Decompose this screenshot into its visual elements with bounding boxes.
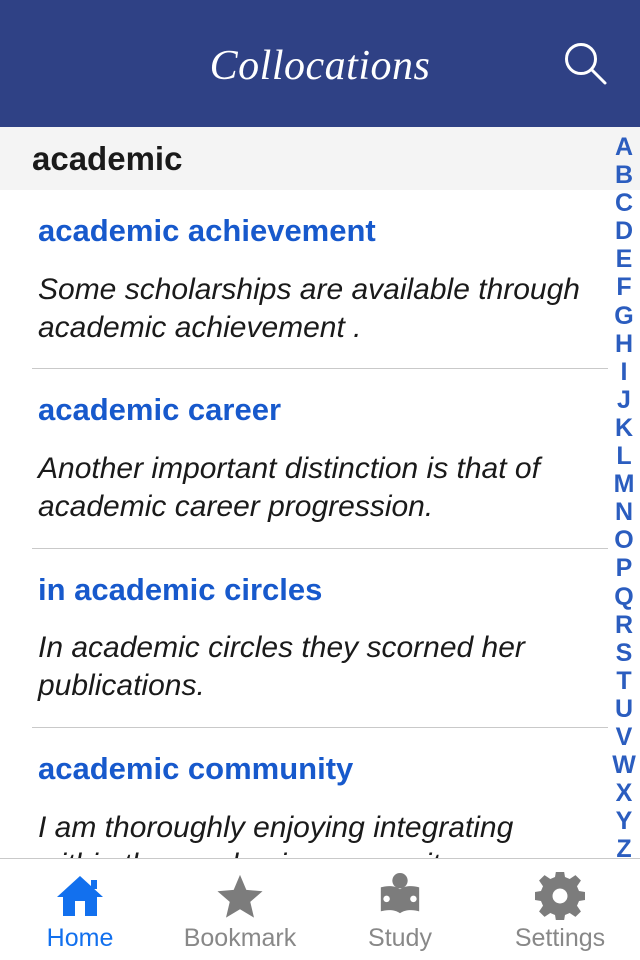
reading-person-icon <box>375 872 425 920</box>
bottom-tab-bar: Home Bookmark Study Settings <box>0 858 640 960</box>
collocation-example: In academic circles they scorned her pub… <box>38 631 525 703</box>
alpha-index-letter-p[interactable]: P <box>608 554 640 582</box>
alpha-index-letter-m[interactable]: M <box>608 470 640 498</box>
list-item[interactable]: in academic circles In academic circles … <box>0 549 608 728</box>
tab-home-label: Home <box>46 924 114 952</box>
collocation-example: I am thoroughly enjoying integrating wit… <box>38 810 514 858</box>
collocation-term[interactable]: academic achievement <box>38 213 376 249</box>
tab-settings[interactable]: Settings <box>480 859 640 960</box>
current-word-label: academic <box>32 140 183 177</box>
alpha-index-letter-w[interactable]: W <box>608 751 640 779</box>
collocation-example: Some scholarships are available through … <box>38 272 580 344</box>
alpha-index-letter-t[interactable]: T <box>608 667 640 695</box>
tab-settings-label: Settings <box>514 924 606 952</box>
alpha-index-letter-u[interactable]: U <box>608 695 640 723</box>
list-item[interactable]: academic community I am thoroughly enjoy… <box>0 728 608 858</box>
alpha-index-letter-k[interactable]: K <box>608 414 640 442</box>
tab-bookmark-label: Bookmark <box>183 924 297 952</box>
alpha-index-letter-f[interactable]: F <box>608 273 640 301</box>
alpha-index-letter-h[interactable]: H <box>608 330 640 358</box>
alpha-index-letter-n[interactable]: N <box>608 498 640 526</box>
alpha-index-letter-j[interactable]: J <box>608 386 640 414</box>
tab-study[interactable]: Study <box>320 859 480 960</box>
alpha-index-letter-q[interactable]: Q <box>608 583 640 611</box>
home-icon <box>55 872 105 920</box>
search-button[interactable] <box>558 36 614 92</box>
word-section-header: academic <box>0 127 640 190</box>
search-icon <box>565 42 607 84</box>
page-title: Collocations <box>209 42 431 89</box>
tab-bookmark[interactable]: Bookmark <box>160 859 320 960</box>
tab-home[interactable]: Home <box>0 859 160 960</box>
alpha-index-letter-a[interactable]: A <box>608 133 640 161</box>
alpha-index-letter-b[interactable]: B <box>608 161 640 189</box>
collocation-term[interactable]: in academic circles <box>38 572 322 608</box>
gear-icon <box>535 872 585 920</box>
collocation-list[interactable]: academic achievement Some scholarships a… <box>0 190 608 858</box>
list-item[interactable]: academic achievement Some scholarships a… <box>0 190 608 370</box>
alpha-index-letter-v[interactable]: V <box>608 723 640 751</box>
alpha-index-letter-g[interactable]: G <box>608 302 640 330</box>
alpha-index-letter-s[interactable]: S <box>608 639 640 667</box>
star-icon <box>215 872 265 920</box>
collocation-term[interactable]: academic career <box>38 393 281 428</box>
alphabet-index[interactable]: A B C D E F G H I J K L M N O P Q R S T … <box>608 127 640 863</box>
tab-study-label: Study <box>368 924 432 952</box>
alpha-index-letter-o[interactable]: O <box>608 526 640 554</box>
alpha-index-letter-e[interactable]: E <box>608 245 640 273</box>
alpha-index-letter-z[interactable]: Z <box>608 835 640 863</box>
collocation-example: Another important distinction is that of… <box>38 452 540 523</box>
app-root: Collocations academic academic achieveme… <box>0 0 640 960</box>
alpha-index-letter-i[interactable]: I <box>608 358 640 386</box>
alpha-index-letter-x[interactable]: X <box>608 779 640 807</box>
list-item[interactable]: academic career Another important distin… <box>0 369 608 549</box>
navigation-bar: Collocations <box>0 0 640 127</box>
alpha-index-letter-l[interactable]: L <box>608 442 640 470</box>
alpha-index-letter-d[interactable]: D <box>608 217 640 245</box>
alpha-index-letter-c[interactable]: C <box>608 189 640 217</box>
alpha-index-letter-r[interactable]: R <box>608 611 640 639</box>
alpha-index-letter-y[interactable]: Y <box>608 807 640 835</box>
collocation-term[interactable]: academic community <box>38 751 353 787</box>
